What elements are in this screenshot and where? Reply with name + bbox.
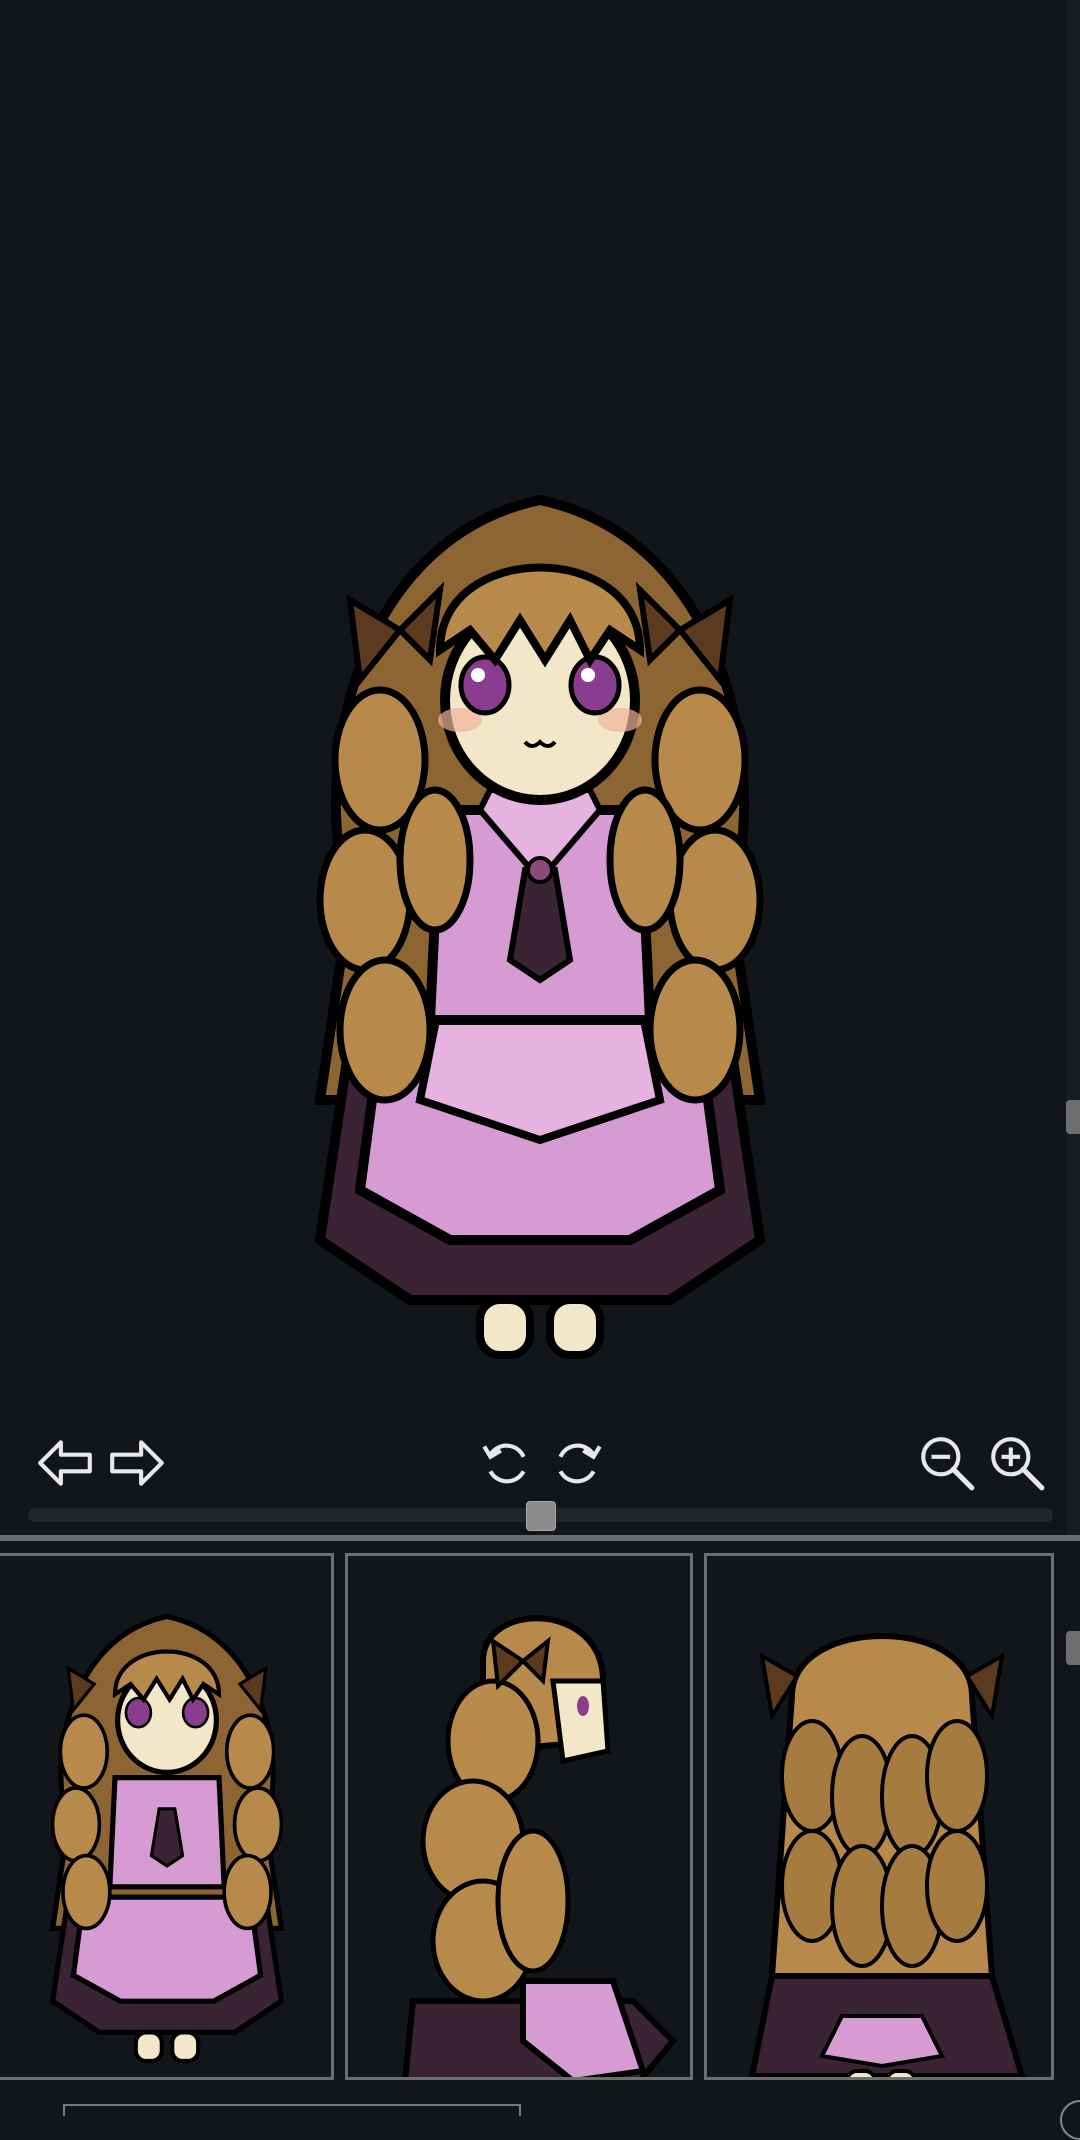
thumbnail-front-view[interactable]: [0, 1553, 334, 2080]
character-thumbnail-back: [748, 1633, 1026, 2077]
zoom-in-icon[interactable]: [984, 1430, 1050, 1496]
viewer-scrollbar-thumb[interactable]: [1066, 1100, 1080, 1134]
arrow-left-outline-icon[interactable]: [32, 1430, 98, 1496]
zoom-out-icon[interactable]: [914, 1430, 980, 1496]
rotation-slider-thumb[interactable]: [525, 1501, 556, 1531]
arrow-right-outline-icon[interactable]: [104, 1430, 170, 1496]
character-figure-front: [314, 494, 766, 1359]
rotate-right-icon[interactable]: [544, 1430, 610, 1496]
rotate-left-icon[interactable]: [474, 1430, 540, 1496]
character-thumbnail-front: [49, 1613, 285, 2064]
character-thumbnail-side: [402, 1615, 678, 2077]
viewer-scrollbar[interactable]: [1066, 0, 1080, 1535]
thumbnail-panel: [0, 1541, 1080, 2116]
model-viewer[interactable]: [0, 0, 1080, 1535]
thumbnail-side-view[interactable]: [345, 1553, 693, 2080]
thumbnail-back-view[interactable]: [704, 1553, 1054, 2080]
thumbnail-scrollbar-thumb[interactable]: [1066, 1631, 1080, 1665]
bottom-panel-tab[interactable]: [63, 2104, 521, 2116]
